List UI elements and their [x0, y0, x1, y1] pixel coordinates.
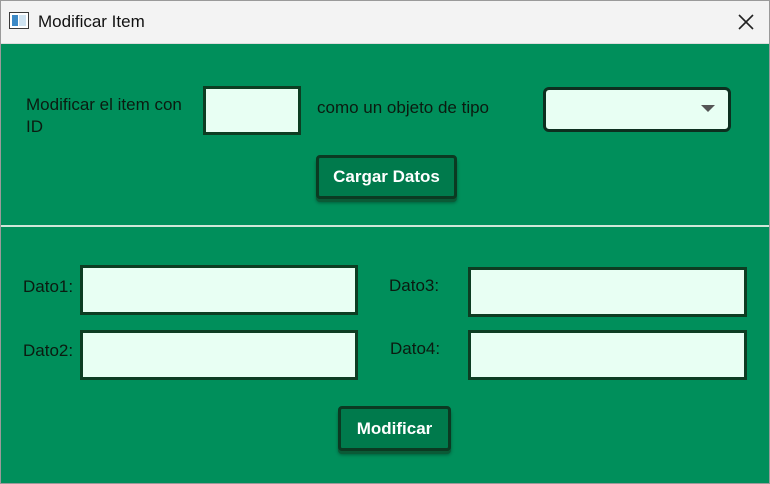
window-app-icon — [9, 12, 29, 29]
item-id-label: Modificar el item con ID — [26, 95, 182, 136]
modificar-button[interactable]: Modificar — [338, 406, 451, 451]
dato4-input[interactable] — [468, 330, 747, 380]
window-title: Modificar Item — [38, 12, 145, 31]
window-content: Modificar el item con ID como un objeto … — [1, 44, 769, 483]
chevron-down-icon — [701, 105, 715, 112]
close-button[interactable] — [722, 1, 769, 43]
dato1-input[interactable] — [80, 265, 358, 315]
section-divider — [1, 225, 769, 227]
item-id-input[interactable] — [203, 86, 301, 135]
cargar-datos-button[interactable]: Cargar Datos — [316, 155, 457, 199]
dato3-input[interactable] — [468, 267, 747, 317]
dato3-label: Dato3: — [389, 276, 440, 295]
type-select[interactable] — [543, 87, 731, 132]
dato1-label: Dato1: — [23, 277, 74, 296]
dato2-input[interactable] — [80, 330, 358, 380]
title-bar[interactable]: Modificar Item — [1, 1, 769, 44]
dato2-label: Dato2: — [23, 341, 74, 360]
close-icon — [738, 14, 754, 30]
dato4-label: Dato4: — [390, 339, 441, 358]
type-label: como un objeto de tipo — [317, 98, 490, 117]
modificar-item-window: Modificar Item Modificar el item con ID … — [0, 0, 770, 484]
